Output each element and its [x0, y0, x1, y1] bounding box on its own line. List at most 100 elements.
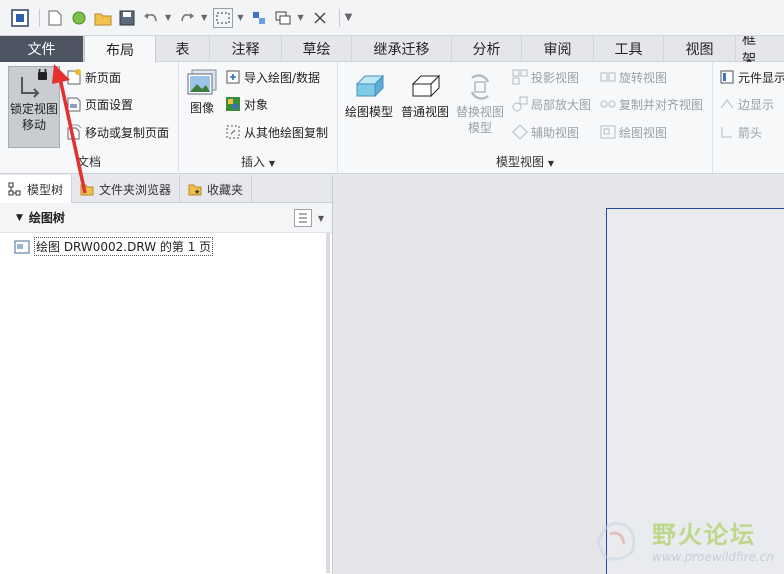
windows-dropdown-icon[interactable]: ▼ [297, 13, 303, 22]
arrow-icon [721, 127, 732, 138]
auxiliary-view-button[interactable]: 辅助视图 [512, 121, 579, 143]
watermark-logo [596, 521, 636, 561]
customize-qat-icon[interactable]: ▼ [345, 12, 353, 23]
group-model-views: 绘图模型 普通视图 替换视图 模型 投影视图 局部放大图 辅助视图 旋转视图 复… [338, 62, 713, 174]
open-folder-icon[interactable] [93, 8, 113, 28]
object-button[interactable]: 对象 [225, 93, 268, 115]
group-model-views-label-text: 模型视图 [496, 155, 545, 169]
tab-favorites-label: 收藏夹 [207, 182, 244, 197]
copy-from-drawing-label: 从其他绘图复制 [244, 125, 329, 140]
tab-analysis[interactable]: 分析 [452, 36, 522, 62]
tree-item-sheet[interactable]: 绘图 DRW0002.DRW 的第 1 页 [14, 237, 214, 256]
component-display-icon [720, 70, 734, 84]
save-icon[interactable] [117, 8, 137, 28]
group-edit: 元件显示 边显示 箭头 [713, 62, 784, 174]
object-label: 对象 [244, 97, 269, 112]
drawing-model-label: 绘图模型 [344, 105, 393, 119]
tree-settings-dropdown-icon[interactable]: ▼ [318, 214, 324, 223]
group-insert-label-text: 插入 [241, 155, 266, 169]
revolved-view-button[interactable]: 旋转视图 [600, 66, 667, 88]
ribbon-tabs: 文件 布局 表 注释 草绘 继承迁移 分析 审阅 工具 视图 框架 [0, 36, 784, 63]
image-label: 图像 [189, 101, 214, 115]
auxiliary-view-label: 辅助视图 [531, 125, 580, 140]
drawing-sheet-icon [14, 240, 30, 253]
tab-table[interactable]: 表 [156, 36, 210, 62]
drawing-view-label: 绘图视图 [619, 125, 668, 140]
import-drawing-icon [226, 70, 240, 84]
watermark-url: www.proewildfire.cn [652, 549, 774, 564]
undo-dropdown-icon[interactable]: ▼ [165, 13, 171, 22]
tree-item-label: 绘图 DRW0002.DRW 的第 1 页 [34, 237, 214, 256]
projection-view-button[interactable]: 投影视图 [512, 66, 579, 88]
drawing-view-icon [600, 125, 616, 139]
component-display-label: 元件显示 [738, 70, 784, 85]
qat-separator [338, 8, 340, 27]
svg-text:★: ★ [194, 188, 200, 196]
app-window-icon[interactable] [10, 8, 30, 28]
replace-view-model-button[interactable]: 替换视图 模型 [454, 72, 506, 136]
insert-dropdown-icon: ▼ [268, 159, 275, 168]
ribbon-panel: 锁定视图 移动 新页面 页面设置 移动或复制页面 文档 图像 导入绘图/数据 对… [0, 62, 784, 174]
import-drawing-button[interactable]: 导入绘图/数据 [225, 66, 320, 88]
arrow-button[interactable]: 箭头 [719, 121, 762, 143]
general-view-icon [411, 74, 441, 98]
annotation-arrow-icon [52, 64, 87, 194]
tab-favorites[interactable]: ★ 收藏夹 [180, 175, 253, 203]
tab-annotate[interactable]: 注释 [210, 36, 282, 62]
close-window-icon[interactable] [310, 8, 330, 28]
component-display-button[interactable]: 元件显示 [719, 66, 784, 88]
select-box-icon[interactable] [213, 7, 234, 28]
redo-icon[interactable] [177, 8, 197, 28]
drawing-model-button[interactable]: 绘图模型 [344, 72, 394, 120]
group-model-views-label[interactable]: 模型视图 ▼ [338, 153, 712, 170]
copy-from-drawing-button[interactable]: 从其他绘图复制 [225, 121, 328, 143]
auxiliary-view-icon [512, 124, 528, 140]
undo-icon[interactable] [141, 8, 161, 28]
windows-icon[interactable] [273, 8, 293, 28]
drawing-tree-header[interactable]: ▼ 绘图树 ▼ [0, 203, 332, 233]
tab-folder-browser-label: 文件夹浏览器 [99, 182, 172, 197]
replace-view-icon [470, 74, 490, 100]
model-tree-icon [8, 182, 21, 196]
detail-view-icon [512, 96, 528, 112]
navigator-panel: 模型树 文件夹浏览器 ★ 收藏夹 ▼ 绘图树 ▼ 绘图 DRW0002.DRW … [0, 175, 333, 574]
projection-view-icon [512, 69, 528, 85]
tab-view[interactable]: 视图 [664, 36, 736, 62]
arrow-label: 箭头 [738, 125, 763, 140]
redo-dropdown-icon[interactable]: ▼ [201, 13, 207, 22]
copy-align-view-button[interactable]: 复制并对齐视图 [600, 93, 703, 115]
image-button[interactable]: 图像 [185, 68, 219, 116]
projection-view-label: 投影视图 [531, 70, 580, 85]
quick-access-toolbar: ▼ ▼ ▼ ▼ ▼ [0, 0, 784, 36]
group-insert-label[interactable]: 插入 ▼ [179, 153, 337, 170]
copy-from-drawing-icon [226, 125, 240, 139]
revolved-view-icon [600, 72, 616, 82]
group-insert: 图像 导入绘图/数据 对象 从其他绘图复制 插入 ▼ [179, 62, 338, 174]
tab-sketch[interactable]: 草绘 [282, 36, 352, 62]
tab-frame[interactable]: 框架 [736, 36, 768, 62]
tree-settings-icon[interactable] [293, 209, 312, 227]
general-view-button[interactable]: 普通视图 [400, 72, 450, 120]
open-session-icon[interactable] [69, 8, 89, 28]
new-file-icon[interactable] [45, 8, 65, 28]
watermark: 野火论坛 www.proewildfire.cn [588, 512, 774, 566]
tab-tools[interactable]: 工具 [594, 36, 664, 62]
qat-separator [39, 8, 40, 27]
copy-align-view-label: 复制并对齐视图 [619, 97, 704, 112]
edge-display-button[interactable]: 边显示 [719, 93, 774, 115]
detail-view-button[interactable]: 局部放大图 [512, 93, 591, 115]
drawing-model-icon [355, 74, 385, 98]
panel-scrollbar[interactable] [326, 233, 330, 573]
replace-view-label-1: 替换视图 [455, 105, 504, 119]
regenerate-icon[interactable] [249, 8, 269, 28]
drawing-tree-title: 绘图树 [28, 211, 65, 225]
collapse-triangle-icon[interactable]: ▼ [16, 213, 23, 223]
object-icon [226, 97, 240, 111]
copy-align-view-icon [600, 100, 616, 108]
drawing-view-button[interactable]: 绘图视图 [600, 121, 667, 143]
tab-legacy-migration[interactable]: 继承迁移 [352, 36, 452, 62]
edge-display-label: 边显示 [738, 97, 775, 112]
import-drawing-label: 导入绘图/数据 [244, 70, 321, 85]
tab-review[interactable]: 审阅 [522, 36, 594, 62]
select-dropdown-icon[interactable]: ▼ [237, 13, 243, 22]
